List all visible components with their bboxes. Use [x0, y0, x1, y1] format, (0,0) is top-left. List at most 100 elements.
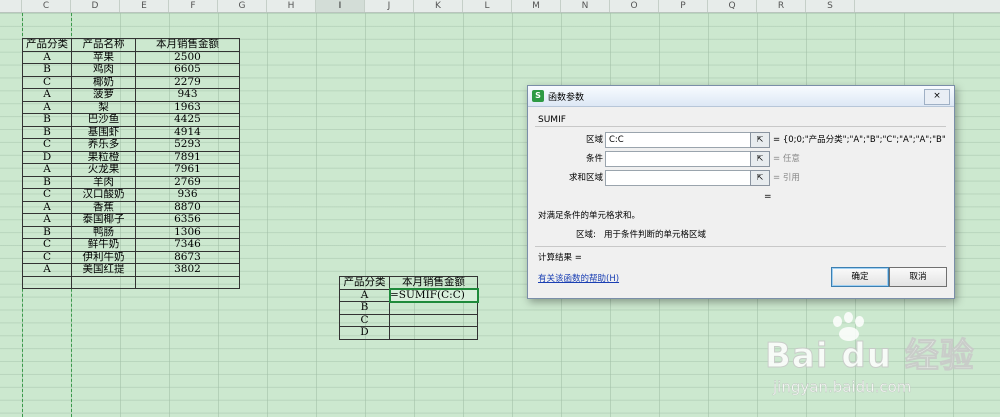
table-cell[interactable]	[71, 275, 136, 289]
table-cell[interactable]: A	[22, 163, 72, 177]
table-cell[interactable]: B	[339, 301, 390, 315]
header-amount[interactable]: 本月销售金额	[135, 38, 240, 52]
cancel-button[interactable]: 取消	[889, 267, 947, 287]
table-cell[interactable]: B	[22, 125, 72, 139]
table-cell[interactable]: 汉口酸奶	[71, 188, 136, 202]
table-cell[interactable]: 4425	[135, 113, 240, 127]
header-amount[interactable]: 本月销售金额	[389, 276, 478, 290]
range-picker-icon[interactable]: ⇱	[750, 151, 770, 167]
table-cell[interactable]: 3802	[135, 263, 240, 277]
column-header-h[interactable]: H	[267, 0, 316, 12]
table-cell[interactable]: 2500	[135, 50, 240, 64]
table-cell[interactable]	[135, 275, 240, 289]
table-cell[interactable]: 鲜牛奶	[71, 238, 136, 252]
range-picker-icon[interactable]: ⇱	[750, 170, 770, 186]
close-button[interactable]: ×	[924, 89, 950, 105]
table-cell[interactable]: C	[22, 75, 72, 89]
table-cell[interactable]: B	[22, 175, 72, 189]
column-header-l[interactable]: L	[463, 0, 512, 12]
column-header-n[interactable]: N	[561, 0, 610, 12]
table-cell[interactable]: C	[22, 188, 72, 202]
table-cell[interactable]: C	[339, 313, 390, 327]
column-header-q[interactable]: Q	[708, 0, 757, 12]
table-cell[interactable]: A	[22, 100, 72, 114]
table-cell[interactable]: 基围虾	[71, 125, 136, 139]
table-cell[interactable]: 美国红提	[71, 263, 136, 277]
table-cell[interactable]: C	[22, 238, 72, 252]
header-product[interactable]: 产品名称	[71, 38, 136, 52]
table-cell[interactable]: 苹果	[71, 50, 136, 64]
table-cell[interactable]: A	[22, 213, 72, 227]
table-cell[interactable]: 梨	[71, 100, 136, 114]
select-all-corner[interactable]	[0, 0, 22, 12]
table-cell[interactable]: 鸭肠	[71, 225, 136, 239]
table-cell[interactable]: B	[22, 225, 72, 239]
table-cell[interactable]: 2279	[135, 75, 240, 89]
range-picker-icon[interactable]: ⇱	[750, 132, 770, 148]
table-cell[interactable]: 4914	[135, 125, 240, 139]
table-cell[interactable]: 6605	[135, 63, 240, 77]
table-cell[interactable]	[389, 313, 478, 327]
table-cell[interactable]: 943	[135, 88, 240, 102]
column-header-s[interactable]: S	[806, 0, 855, 12]
table-cell[interactable]: D	[22, 150, 72, 164]
table-cell[interactable]: 养乐多	[71, 138, 136, 152]
table-cell[interactable]: B	[22, 113, 72, 127]
active-formula-cell[interactable]: =SUMIF(C:C)	[388, 288, 479, 303]
table-cell[interactable]: 8870	[135, 200, 240, 214]
table-cell[interactable]: 香蕉	[71, 200, 136, 214]
table-cell[interactable]: 7346	[135, 238, 240, 252]
table-cell[interactable]: 果粒橙	[71, 150, 136, 164]
table-cell[interactable]: A	[22, 200, 72, 214]
table-cell[interactable]: 羊肉	[71, 175, 136, 189]
table-cell[interactable]: C	[22, 138, 72, 152]
table-cell[interactable]: 泰国椰子	[71, 213, 136, 227]
column-header-j[interactable]: J	[365, 0, 414, 12]
table-cell[interactable]: 1963	[135, 100, 240, 114]
column-header-g[interactable]: G	[218, 0, 267, 12]
table-cell[interactable]: A	[339, 288, 390, 302]
table-cell[interactable]: 菠萝	[71, 88, 136, 102]
table-cell[interactable]: 7961	[135, 163, 240, 177]
column-header-p[interactable]: P	[659, 0, 708, 12]
column-header-k[interactable]: K	[414, 0, 463, 12]
header-category[interactable]: 产品分类	[22, 38, 72, 52]
column-header-d[interactable]: D	[71, 0, 120, 12]
column-header-e[interactable]: E	[120, 0, 169, 12]
table-cell[interactable]: 8673	[135, 250, 240, 264]
table-cell[interactable]: 7891	[135, 150, 240, 164]
table-cell[interactable]: 1306	[135, 225, 240, 239]
table-cell[interactable]: A	[22, 88, 72, 102]
table-cell[interactable]: B	[22, 63, 72, 77]
table-cell[interactable]: 2769	[135, 175, 240, 189]
header-category[interactable]: 产品分类	[339, 276, 390, 290]
help-link[interactable]: 有关该函数的帮助(H)	[538, 272, 619, 284]
table-cell[interactable]	[389, 326, 478, 340]
range-input[interactable]: C:C	[605, 132, 751, 148]
table-cell[interactable]: 伊利牛奶	[71, 250, 136, 264]
sum-range-input[interactable]	[605, 170, 751, 186]
column-header-i[interactable]: I	[316, 0, 365, 12]
column-header-o[interactable]: O	[610, 0, 659, 12]
table-cell[interactable]: 椰奶	[71, 75, 136, 89]
table-cell[interactable]	[22, 275, 72, 289]
table-cell[interactable]: 鸡肉	[71, 63, 136, 77]
table-cell[interactable]: 巴沙鱼	[71, 113, 136, 127]
table-cell[interactable]: A	[22, 50, 72, 64]
column-header-c[interactable]: C	[22, 0, 71, 12]
table-cell[interactable]: A	[22, 263, 72, 277]
table-cell[interactable]: 6356	[135, 213, 240, 227]
dialog-title-bar[interactable]: S 函数参数 ×	[528, 86, 954, 107]
column-header-m[interactable]: M	[512, 0, 561, 12]
table-cell[interactable]: D	[339, 326, 390, 340]
table-cell[interactable]: 火龙果	[71, 163, 136, 177]
table-row: C 鲜牛奶 7346	[22, 238, 240, 252]
table-cell[interactable]: 5293	[135, 138, 240, 152]
ok-button[interactable]: 确定	[831, 267, 889, 287]
table-cell[interactable]: 936	[135, 188, 240, 202]
table-cell[interactable]: C	[22, 250, 72, 264]
table-cell[interactable]	[389, 301, 478, 315]
column-header-f[interactable]: F	[169, 0, 218, 12]
column-header-r[interactable]: R	[757, 0, 806, 12]
criteria-input[interactable]	[605, 151, 751, 167]
